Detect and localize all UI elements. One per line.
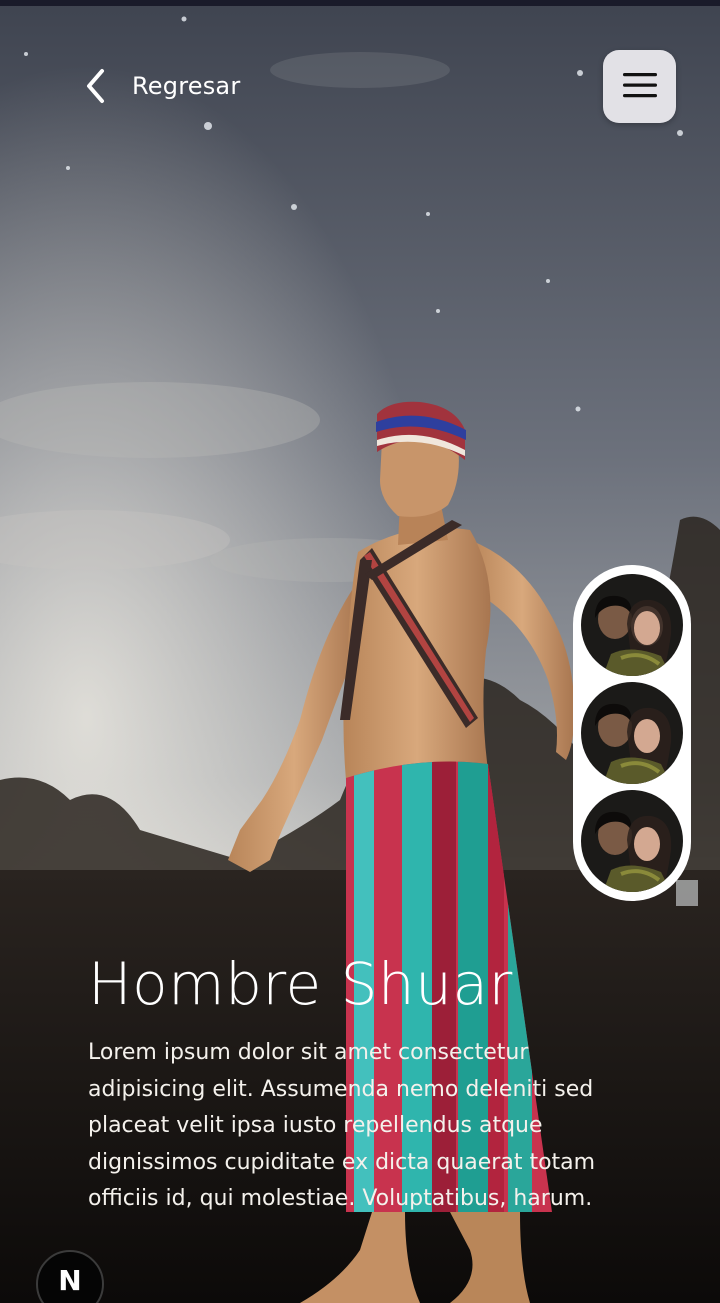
description-line: placeat velit ipsa iusto repellendus atq… [88, 1113, 543, 1139]
description-line: dignissimos cupiditate ex dicta quaerat … [88, 1149, 596, 1175]
status-strip [0, 0, 720, 6]
photo-thumbnail[interactable] [581, 574, 683, 676]
description-line: adipisicing elit. Assumenda nemo delenit… [88, 1076, 594, 1102]
photo-thumbnail[interactable] [581, 682, 683, 784]
description-line: officiis id, qui molestiae. Voluptatibus… [88, 1186, 593, 1212]
description: Lorem ipsum dolor sit amet consectetur a… [88, 1035, 628, 1218]
photo-thumbnails-panel [573, 565, 691, 901]
back-button[interactable]: Regresar [76, 62, 240, 110]
next-logo-icon: N [58, 1264, 82, 1297]
menu-button[interactable] [603, 50, 676, 123]
back-label: Regresar [132, 72, 241, 100]
hamburger-menu-icon [622, 71, 658, 103]
page-title: Hombre Shuar [88, 950, 513, 1018]
description-line: Lorem ipsum dolor sit amet consectetur [88, 1040, 529, 1065]
photo-thumbnail[interactable] [581, 790, 683, 892]
chevron-left-icon [76, 62, 114, 110]
